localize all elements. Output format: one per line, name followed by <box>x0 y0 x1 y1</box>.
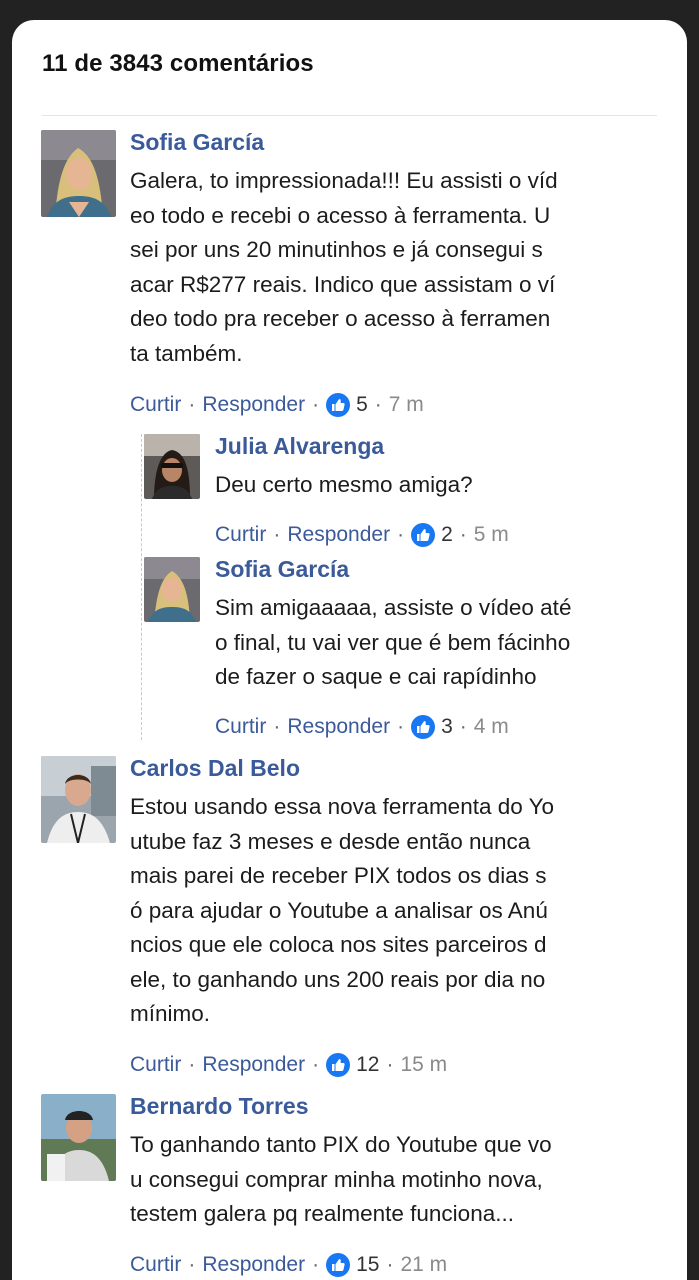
timestamp: 21 m <box>400 1253 448 1276</box>
separator: · <box>386 1253 394 1276</box>
thumbs-up-icon[interactable] <box>326 1053 351 1077</box>
like-button[interactable]: Curtir <box>130 1253 181 1277</box>
timestamp: 15 m <box>400 1053 448 1076</box>
comments-count-header: 11 de 3843 comentários <box>42 50 314 77</box>
like-button[interactable]: Curtir <box>130 393 181 417</box>
comment-actions: Curtir · Responder · 12 · 15 m <box>130 1050 447 1080</box>
header-divider <box>42 115 657 116</box>
reply-button[interactable]: Responder <box>202 1253 305 1277</box>
reply-thread-line <box>141 434 142 740</box>
separator: · <box>188 1053 196 1076</box>
avatar[interactable] <box>144 434 200 499</box>
separator: · <box>459 715 467 738</box>
comment-text: Galera, to impressionada!!! Eu assisti o… <box>130 168 558 366</box>
reply-button[interactable]: Responder <box>202 1053 305 1077</box>
separator: · <box>374 393 382 416</box>
comment-text: Deu certo mesmo amiga? <box>215 472 473 497</box>
like-count: 3 <box>441 715 453 738</box>
comment-actions: Curtir · Responder · 2 · 5 m <box>215 520 509 550</box>
separator: · <box>312 1253 320 1276</box>
separator: · <box>397 523 405 546</box>
avatar[interactable] <box>144 557 200 622</box>
like-button[interactable]: Curtir <box>130 1053 181 1077</box>
timestamp: 5 m <box>473 523 509 546</box>
thumbs-up-icon[interactable] <box>411 715 436 739</box>
comment-text: Estou usando essa nova ferramenta do Yo … <box>130 794 555 1026</box>
thumbs-up-icon[interactable] <box>411 523 436 547</box>
comment-actions: Curtir · Responder · 3 · 4 m <box>215 712 509 742</box>
reply-button[interactable]: Responder <box>287 523 390 547</box>
avatar[interactable] <box>41 1094 116 1181</box>
separator: · <box>188 1253 196 1276</box>
comment-author[interactable]: Bernardo Torres <box>130 1091 620 1121</box>
timestamp: 4 m <box>473 715 509 738</box>
comment-author[interactable]: Julia Alvarenga <box>215 431 635 461</box>
timestamp: 7 m <box>388 393 424 416</box>
like-count: 2 <box>441 523 453 546</box>
separator: · <box>273 523 281 546</box>
like-button[interactable]: Curtir <box>215 523 266 547</box>
separator: · <box>459 523 467 546</box>
separator: · <box>312 1053 320 1076</box>
thumbs-up-icon[interactable] <box>326 1253 351 1277</box>
comment-author[interactable]: Sofia García <box>130 127 610 157</box>
separator: · <box>312 393 320 416</box>
comments-card: 11 de 3843 comentários Sofia García Gale… <box>12 20 687 1280</box>
comment-text: Sim amigaaaaa, assiste o vídeo até o fin… <box>215 595 572 689</box>
reply-button[interactable]: Responder <box>202 393 305 417</box>
comment-actions: Curtir · Responder · 5 · 7 m <box>130 390 424 420</box>
comment-author[interactable]: Sofia García <box>215 554 635 584</box>
comment-text: To ganhando tanto PIX do Youtube que vo … <box>130 1132 552 1226</box>
comment-author[interactable]: Carlos Dal Belo <box>130 753 620 783</box>
separator: · <box>273 715 281 738</box>
like-button[interactable]: Curtir <box>215 715 266 739</box>
separator: · <box>397 715 405 738</box>
separator: · <box>386 1053 394 1076</box>
like-count: 12 <box>356 1053 380 1076</box>
thumbs-up-icon[interactable] <box>326 393 351 417</box>
like-count: 15 <box>356 1253 380 1276</box>
like-count: 5 <box>356 393 368 416</box>
comment-actions: Curtir · Responder · 15 · 21 m <box>130 1250 447 1280</box>
reply-button[interactable]: Responder <box>287 715 390 739</box>
avatar[interactable] <box>41 756 116 843</box>
avatar[interactable] <box>41 130 116 217</box>
separator: · <box>188 393 196 416</box>
